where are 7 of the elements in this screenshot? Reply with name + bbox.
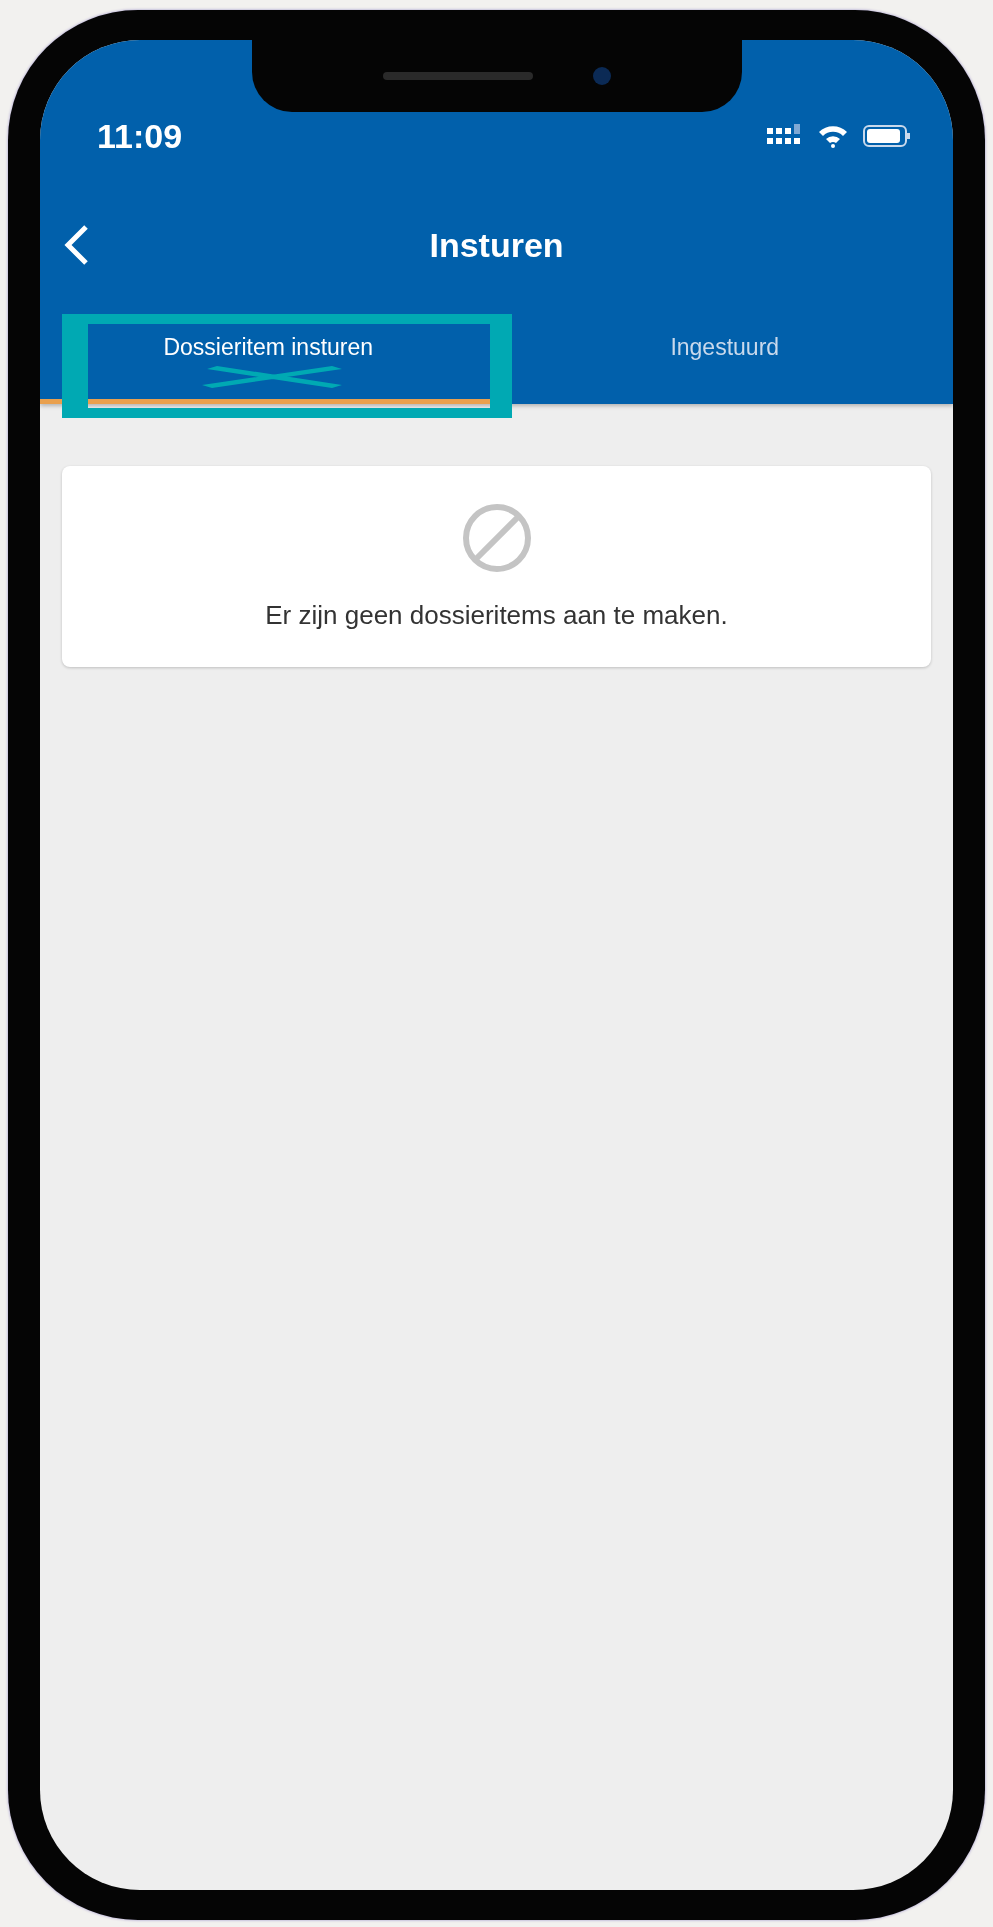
empty-message: Er zijn geen dossieritems aan te maken.	[265, 600, 728, 631]
battery-icon	[863, 124, 911, 148]
status-time: 11:09	[97, 116, 183, 156]
page-title: Insturen	[429, 225, 564, 265]
prohibited-icon	[460, 502, 533, 574]
tab[interactable]: Ingestuurd	[496, 308, 953, 404]
wifi-icon	[817, 124, 849, 148]
